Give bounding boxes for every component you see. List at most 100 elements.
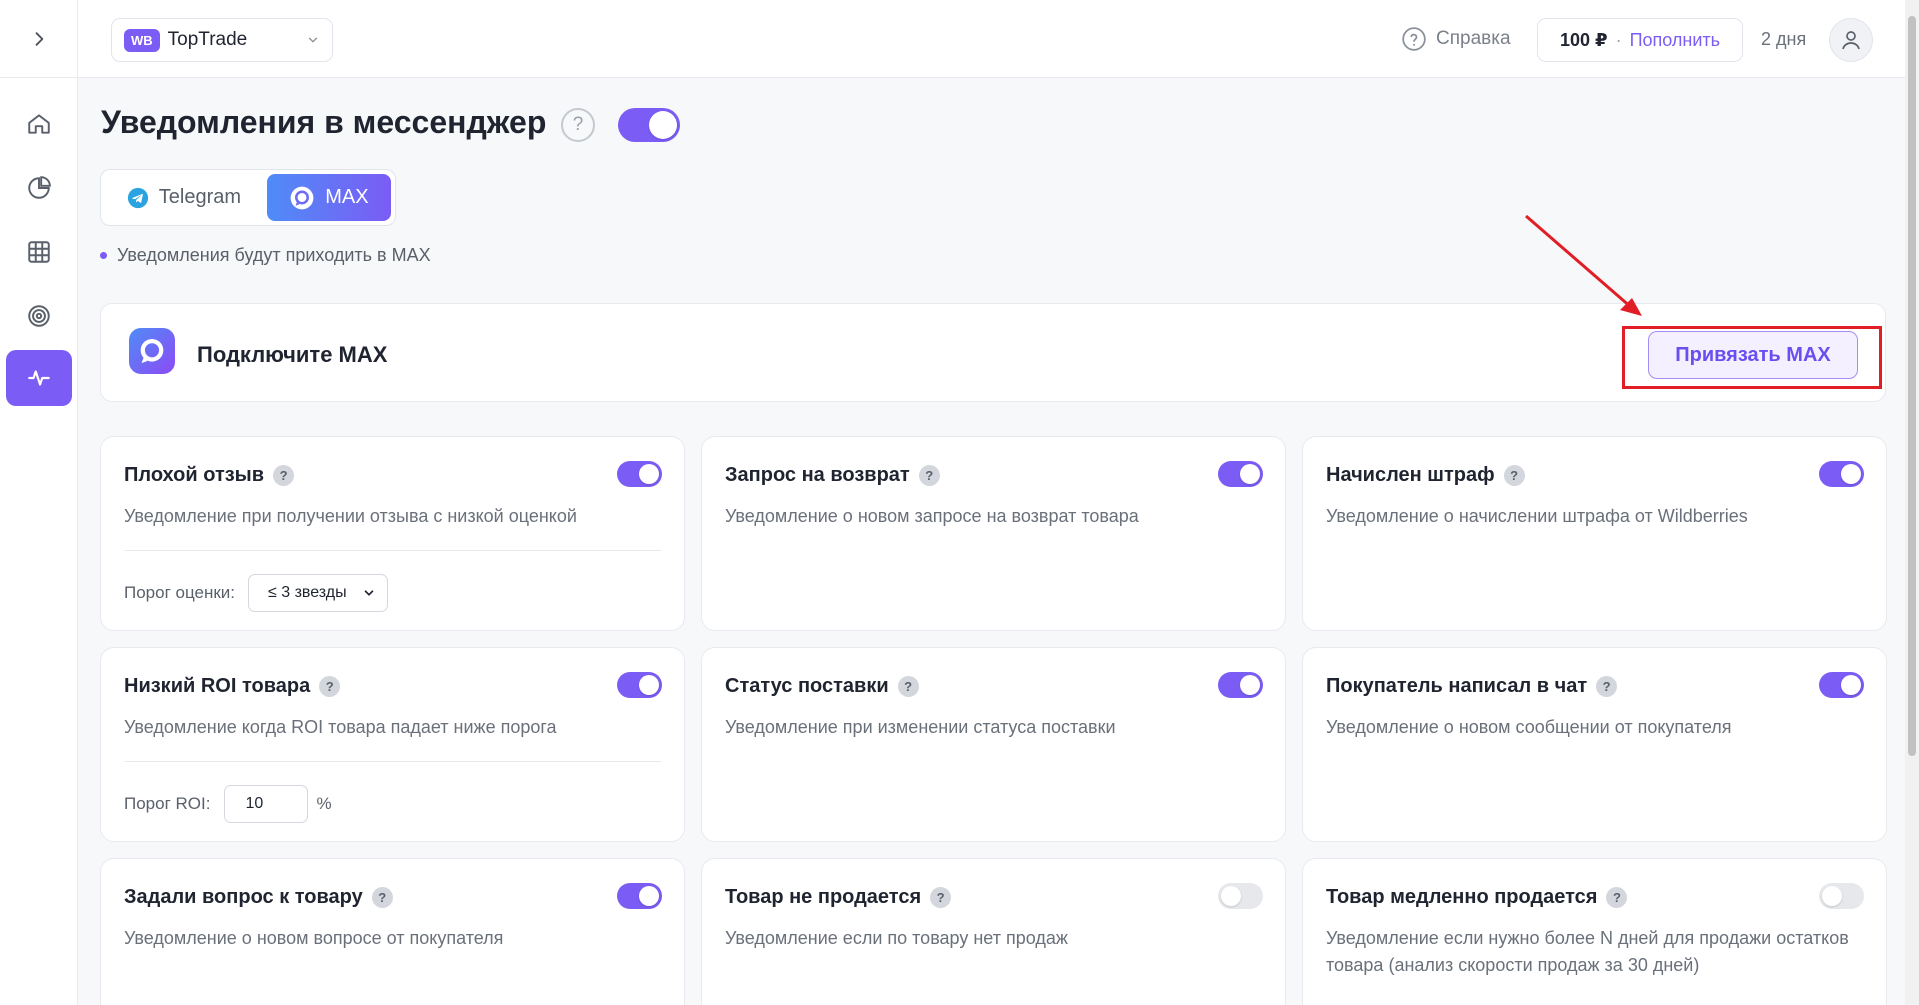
subscription-days-left: 2 дня: [1761, 29, 1807, 49]
sidebar-item-table[interactable]: [6, 224, 72, 280]
question-mark-icon[interactable]: ?: [918, 465, 940, 486]
rating-threshold-label: Порог оценки:: [124, 583, 236, 602]
card-description: Уведомление когда ROI товара падает ниже…: [124, 717, 557, 737]
delivery-hint: Уведомления будут приходить в MAX: [100, 245, 431, 266]
top-header: WB TopTrade Справка 100 ₽ · Пополнить 2 …: [78, 0, 1905, 78]
card-description: Уведомление если по товару нет продаж: [725, 928, 1068, 948]
shop-name: TopTrade: [167, 29, 248, 50]
help-link[interactable]: Справка: [1401, 26, 1511, 52]
home-icon: [28, 114, 50, 134]
title-help-icon[interactable]: ?: [561, 108, 595, 142]
tab-telegram[interactable]: Telegram: [105, 174, 263, 221]
notification-card-low-roi: Низкий ROI товара? Уведомление когда ROI…: [100, 647, 685, 842]
roi-unit: %: [316, 794, 332, 813]
card-description: Уведомление о новом вопросе от покупател…: [124, 928, 504, 948]
rating-threshold-select[interactable]: ≤ 3 звезды: [248, 574, 389, 612]
tab-max[interactable]: MAX: [266, 174, 391, 221]
rating-threshold-field: Порог оценки: ≤ 3 звезды: [124, 574, 389, 612]
product-question-toggle[interactable]: [617, 883, 662, 909]
chevron-right-icon: [35, 31, 43, 46]
buyer-chat-toggle[interactable]: [1819, 672, 1864, 698]
question-mark-icon[interactable]: ?: [897, 676, 919, 697]
tab-telegram-label: Telegram: [158, 186, 242, 208]
notification-card-return-request: Запрос на возврат? Уведомление о новом з…: [701, 436, 1286, 631]
card-divider: [124, 761, 661, 762]
toggle-knob: [649, 111, 677, 139]
bind-max-button[interactable]: Привязать MAX: [1648, 331, 1858, 379]
question-mark-icon[interactable]: ?: [1596, 676, 1618, 697]
chevron-down-icon: [364, 590, 374, 596]
user-icon: [1842, 31, 1860, 50]
annotation-arrow: [1525, 214, 1642, 316]
tab-max-label: MAX: [325, 186, 369, 208]
sidebar-item-analytics[interactable]: [6, 160, 72, 216]
roi-threshold-input[interactable]: [224, 785, 309, 823]
telegram-icon: [127, 187, 148, 208]
page-scrollbar[interactable]: [1905, 0, 1919, 1005]
supply-status-toggle[interactable]: [1218, 672, 1263, 698]
messenger-tabs: Telegram MAX: [100, 169, 396, 226]
pie-chart-icon: [28, 176, 51, 199]
card-description: Уведомление о новом сообщении от покупат…: [1326, 717, 1732, 737]
hint-bullet: [100, 252, 107, 259]
question-mark-icon[interactable]: ?: [1503, 465, 1525, 486]
card-title: Товар медленно продается: [1326, 886, 1598, 908]
notification-card-no-sales: Товар не продается? Уведомление если по …: [701, 858, 1286, 1005]
question-mark-icon[interactable]: ?: [319, 676, 341, 697]
notification-card-slow-sales: Товар медленно продается? Уведомление ес…: [1302, 858, 1887, 1005]
help-label: Справка: [1436, 28, 1511, 49]
card-title: Низкий ROI товара: [124, 675, 311, 697]
question-mark-icon[interactable]: ?: [273, 465, 295, 486]
sidebar-item-home[interactable]: [6, 96, 72, 152]
messenger-notifications-toggle[interactable]: [618, 108, 680, 142]
card-description: Уведомление о новом запросе на возврат т…: [725, 506, 1139, 526]
bad-review-toggle[interactable]: [617, 461, 662, 487]
chevron-down-icon: [308, 37, 318, 43]
question-mark-icon[interactable]: ?: [371, 887, 393, 908]
user-avatar-button[interactable]: [1829, 18, 1873, 62]
card-title: Задали вопрос к товару: [124, 886, 363, 908]
notification-card-supply-status: Статус поставки? Уведомление при изменен…: [701, 647, 1286, 842]
card-title: Покупатель написал в чат: [1326, 675, 1588, 697]
notification-card-bad-review: Плохой отзыв? Уведомление при получении …: [100, 436, 685, 631]
sidebar: [0, 0, 78, 1005]
return-request-toggle[interactable]: [1218, 461, 1263, 487]
roi-threshold-label: Порог ROI:: [124, 794, 211, 813]
card-title: Статус поставки: [725, 675, 889, 697]
card-title: Товар не продается: [725, 886, 922, 908]
balance-box: 100 ₽ · Пополнить: [1537, 18, 1743, 62]
wb-badge: WB: [124, 28, 160, 52]
card-title: Плохой отзыв: [124, 464, 265, 486]
help-circle-icon: [1402, 27, 1426, 51]
notification-card-penalty: Начислен штраф? Уведомление о начислении…: [1302, 436, 1887, 631]
card-description: Уведомление при получении отзыва с низко…: [124, 506, 577, 526]
card-divider: [124, 550, 661, 551]
notification-card-buyer-chat: Покупатель написал в чат? Уведомление о …: [1302, 647, 1887, 842]
max-logo-icon: [129, 328, 175, 374]
scrollbar-thumb[interactable]: [1908, 16, 1916, 756]
sidebar-item-notifications[interactable]: [6, 350, 72, 406]
card-title: Запрос на возврат: [725, 464, 910, 486]
question-mark-icon[interactable]: ?: [930, 887, 952, 908]
card-title: Начислен штраф: [1326, 464, 1495, 486]
question-mark-icon[interactable]: ?: [1606, 887, 1628, 908]
connect-max-title: Подключите MAX: [197, 342, 388, 367]
balance-amount: 100 ₽: [1560, 29, 1608, 50]
topup-link[interactable]: Пополнить: [1630, 30, 1720, 51]
card-description: Уведомление если нужно более N дней для …: [1326, 928, 1849, 975]
sidebar-item-goals[interactable]: [6, 288, 72, 344]
penalty-toggle[interactable]: [1819, 461, 1864, 487]
notification-card-product-question: Задали вопрос к товару? Уведомление о но…: [100, 858, 685, 1005]
low-roi-toggle[interactable]: [617, 672, 662, 698]
max-chat-icon: [290, 186, 314, 209]
card-description: Уведомление о начислении штрафа от Wildb…: [1326, 506, 1748, 526]
delivery-hint-text: Уведомления будут приходить в MAX: [117, 245, 431, 265]
card-description: Уведомление при изменении статуса постав…: [725, 717, 1116, 737]
grid-icon: [28, 241, 50, 263]
sidebar-expand-button[interactable]: [0, 0, 77, 78]
shop-selector[interactable]: WB TopTrade: [111, 18, 333, 62]
no-sales-toggle[interactable]: [1218, 883, 1263, 909]
page-title: Уведомления в мессенджер: [101, 104, 547, 140]
target-icon: [28, 305, 50, 327]
slow-sales-toggle[interactable]: [1819, 883, 1864, 909]
